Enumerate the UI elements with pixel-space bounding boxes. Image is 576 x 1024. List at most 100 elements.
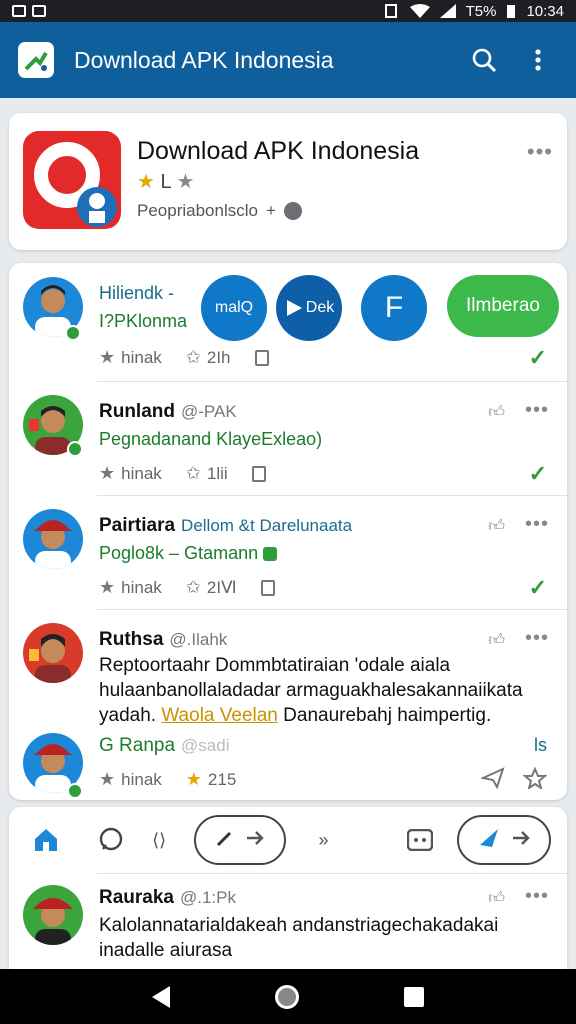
- bag-icon[interactable]: [260, 579, 275, 596]
- post-title: Hiliendk -: [99, 283, 175, 303]
- list-item[interactable]: Ruthsa @.Ilahk 👍︎ ••• Reptoortaahr Dommbt…: [9, 609, 567, 726]
- wifi-icon: [409, 4, 430, 18]
- more-horiz-icon[interactable]: •••: [525, 627, 549, 650]
- subtitle-text: Peopriabonlsclo: [137, 201, 258, 220]
- post-subtitle: Poglo8k – Gtamann: [99, 543, 278, 564]
- thumbs-up-icon[interactable]: 👍︎: [488, 517, 505, 536]
- more-horiz-icon[interactable]: •••: [525, 399, 549, 422]
- post-author: G Ranpa @sadi: [99, 735, 230, 757]
- post-author: Ruthsa @.Ilahk: [99, 629, 227, 651]
- post-author: Runland @-PAK: [99, 401, 237, 423]
- action-count: 2IⅥ: [206, 577, 237, 597]
- like-action[interactable]: ★ hinak: [99, 463, 162, 484]
- star-outline-icon: ✩: [185, 463, 201, 483]
- more-horiz-icon[interactable]: •••: [525, 885, 549, 908]
- back-icon[interactable]: [152, 985, 171, 1008]
- list-item[interactable]: Pairtiara Dellom &t Darelunaata 👍︎ ••• Po…: [9, 495, 567, 610]
- list-item[interactable]: Hiliendk - I?PKlonma malQ Dek F Ilmberao…: [9, 263, 567, 382]
- battery-text: T5%: [465, 2, 497, 20]
- author-handle: Dellom &t Darelunaata: [181, 516, 353, 535]
- bubble-label: malQ: [214, 299, 254, 316]
- author-name: Ruthsa: [99, 629, 164, 650]
- system-nav-bar: [0, 969, 576, 1024]
- rate-action[interactable]: ✩ 2IⅥ: [186, 577, 237, 598]
- pill-label: Ilmberao: [466, 295, 540, 316]
- star-outline-icon: ✩: [185, 347, 201, 367]
- status-bar: T5% 10:34: [0, 0, 576, 22]
- bubble-label: F: [384, 291, 404, 324]
- check-icon: ✓: [528, 575, 547, 600]
- star-outline-icon: ✩: [185, 577, 201, 597]
- terminal-icon[interactable]: [399, 818, 441, 862]
- bubble-button[interactable]: F: [361, 275, 427, 341]
- thumbs-up-icon[interactable]: 👍︎: [488, 631, 505, 650]
- rate-action[interactable]: ★ 215: [186, 769, 237, 790]
- post-text-line: Kalolannatarialdakeah andanstriagechakad…: [99, 915, 499, 936]
- home-icon[interactable]: [25, 818, 67, 862]
- action-label: hinak: [121, 347, 162, 367]
- search-icon[interactable]: [464, 40, 504, 80]
- list-item[interactable]: G Ranpa @sadi ls ★ hinak ★ 215: [9, 719, 567, 800]
- green-pill-button[interactable]: Ilmberao: [447, 275, 559, 337]
- avatar[interactable]: [23, 623, 83, 683]
- like-action[interactable]: ★ hinak: [99, 347, 162, 368]
- globe-icon: [283, 202, 302, 220]
- bubble-button[interactable]: malQ: [201, 275, 267, 341]
- verified-badge: [67, 441, 83, 457]
- bag-icon[interactable]: [254, 349, 269, 366]
- avatar[interactable]: [23, 509, 83, 569]
- star-icon: ★: [99, 769, 116, 789]
- send-pill-button[interactable]: [457, 815, 551, 865]
- post-text-line: inadalle aiurasa: [99, 940, 233, 961]
- bookmark-star-icon[interactable]: [522, 766, 548, 794]
- action-label: hinak: [121, 577, 162, 597]
- subtitle-suffix: +: [265, 201, 276, 220]
- app-icon[interactable]: [23, 131, 121, 229]
- author-handle: @.1:Pk: [180, 888, 236, 907]
- star-icon: ★: [99, 463, 116, 483]
- chat-icon[interactable]: [89, 818, 131, 862]
- rate-action[interactable]: ✩ 1lii: [186, 463, 228, 484]
- app-header-card[interactable]: Download APK Indonesia ★ L ★ Peopriabonl…: [9, 113, 567, 250]
- thumbs-up-icon[interactable]: 👍︎: [488, 889, 505, 908]
- notification-icon: [12, 5, 26, 17]
- play-bubble-button[interactable]: Dek: [276, 275, 342, 341]
- edit-pill-button[interactable]: [194, 815, 287, 865]
- more-vert-icon[interactable]: [518, 40, 558, 80]
- more-horiz-icon[interactable]: •••: [525, 513, 549, 536]
- list-item[interactable]: Rauraka @.1:Pk 👍︎ ••• Kalolannatarialdake…: [9, 873, 567, 969]
- more-horiz-icon[interactable]: •••: [527, 139, 553, 165]
- action-count: 2Ih: [206, 347, 231, 367]
- author-name: Rauraka: [99, 887, 174, 908]
- list-item[interactable]: Runland @-PAK 👍︎ ••• Pegnadanand KlayeExl…: [9, 381, 567, 496]
- post-text-line: Reptoortaahr Dommbtatiraian 'odale aiala: [99, 655, 451, 676]
- vibrate-icon: [384, 4, 397, 18]
- app-bar: Download APK Indonesia: [0, 22, 576, 98]
- bag-icon[interactable]: [251, 465, 266, 482]
- arrow-icon: [511, 829, 531, 852]
- notification-icons: [12, 5, 46, 17]
- app-title: Download APK Indonesia: [74, 46, 334, 73]
- like-action[interactable]: ★ hinak: [99, 769, 162, 790]
- skip-icon[interactable]: »: [302, 818, 344, 862]
- recents-icon[interactable]: [403, 986, 424, 1007]
- verified-badge: [65, 325, 81, 341]
- clock: 10:34: [526, 2, 564, 20]
- share-icon[interactable]: [479, 767, 505, 794]
- thumbs-up-icon[interactable]: 👍︎: [488, 403, 505, 422]
- post-actions: ★ hinak ✩ 2Ih: [99, 347, 269, 368]
- action-label: hinak: [121, 463, 162, 483]
- feed-card: Hiliendk - I?PKlonma malQ Dek F Ilmberao…: [9, 263, 567, 800]
- rate-action[interactable]: ✩ 2Ih: [186, 347, 231, 368]
- post-subtitle: I?PKlonma: [99, 311, 188, 331]
- avatar[interactable]: [23, 885, 83, 945]
- author-name: G Ranpa: [99, 735, 176, 756]
- star-icon: ★: [99, 577, 116, 597]
- post-tag: ls: [534, 735, 547, 755]
- app-logo-icon[interactable]: [18, 42, 54, 78]
- verified-badge: [67, 783, 83, 799]
- home-button-icon[interactable]: [274, 984, 299, 1009]
- like-action[interactable]: ★ hinak: [99, 577, 162, 598]
- code-icon[interactable]: ⟨⟩: [138, 818, 180, 862]
- check-icon: ✓: [528, 461, 547, 486]
